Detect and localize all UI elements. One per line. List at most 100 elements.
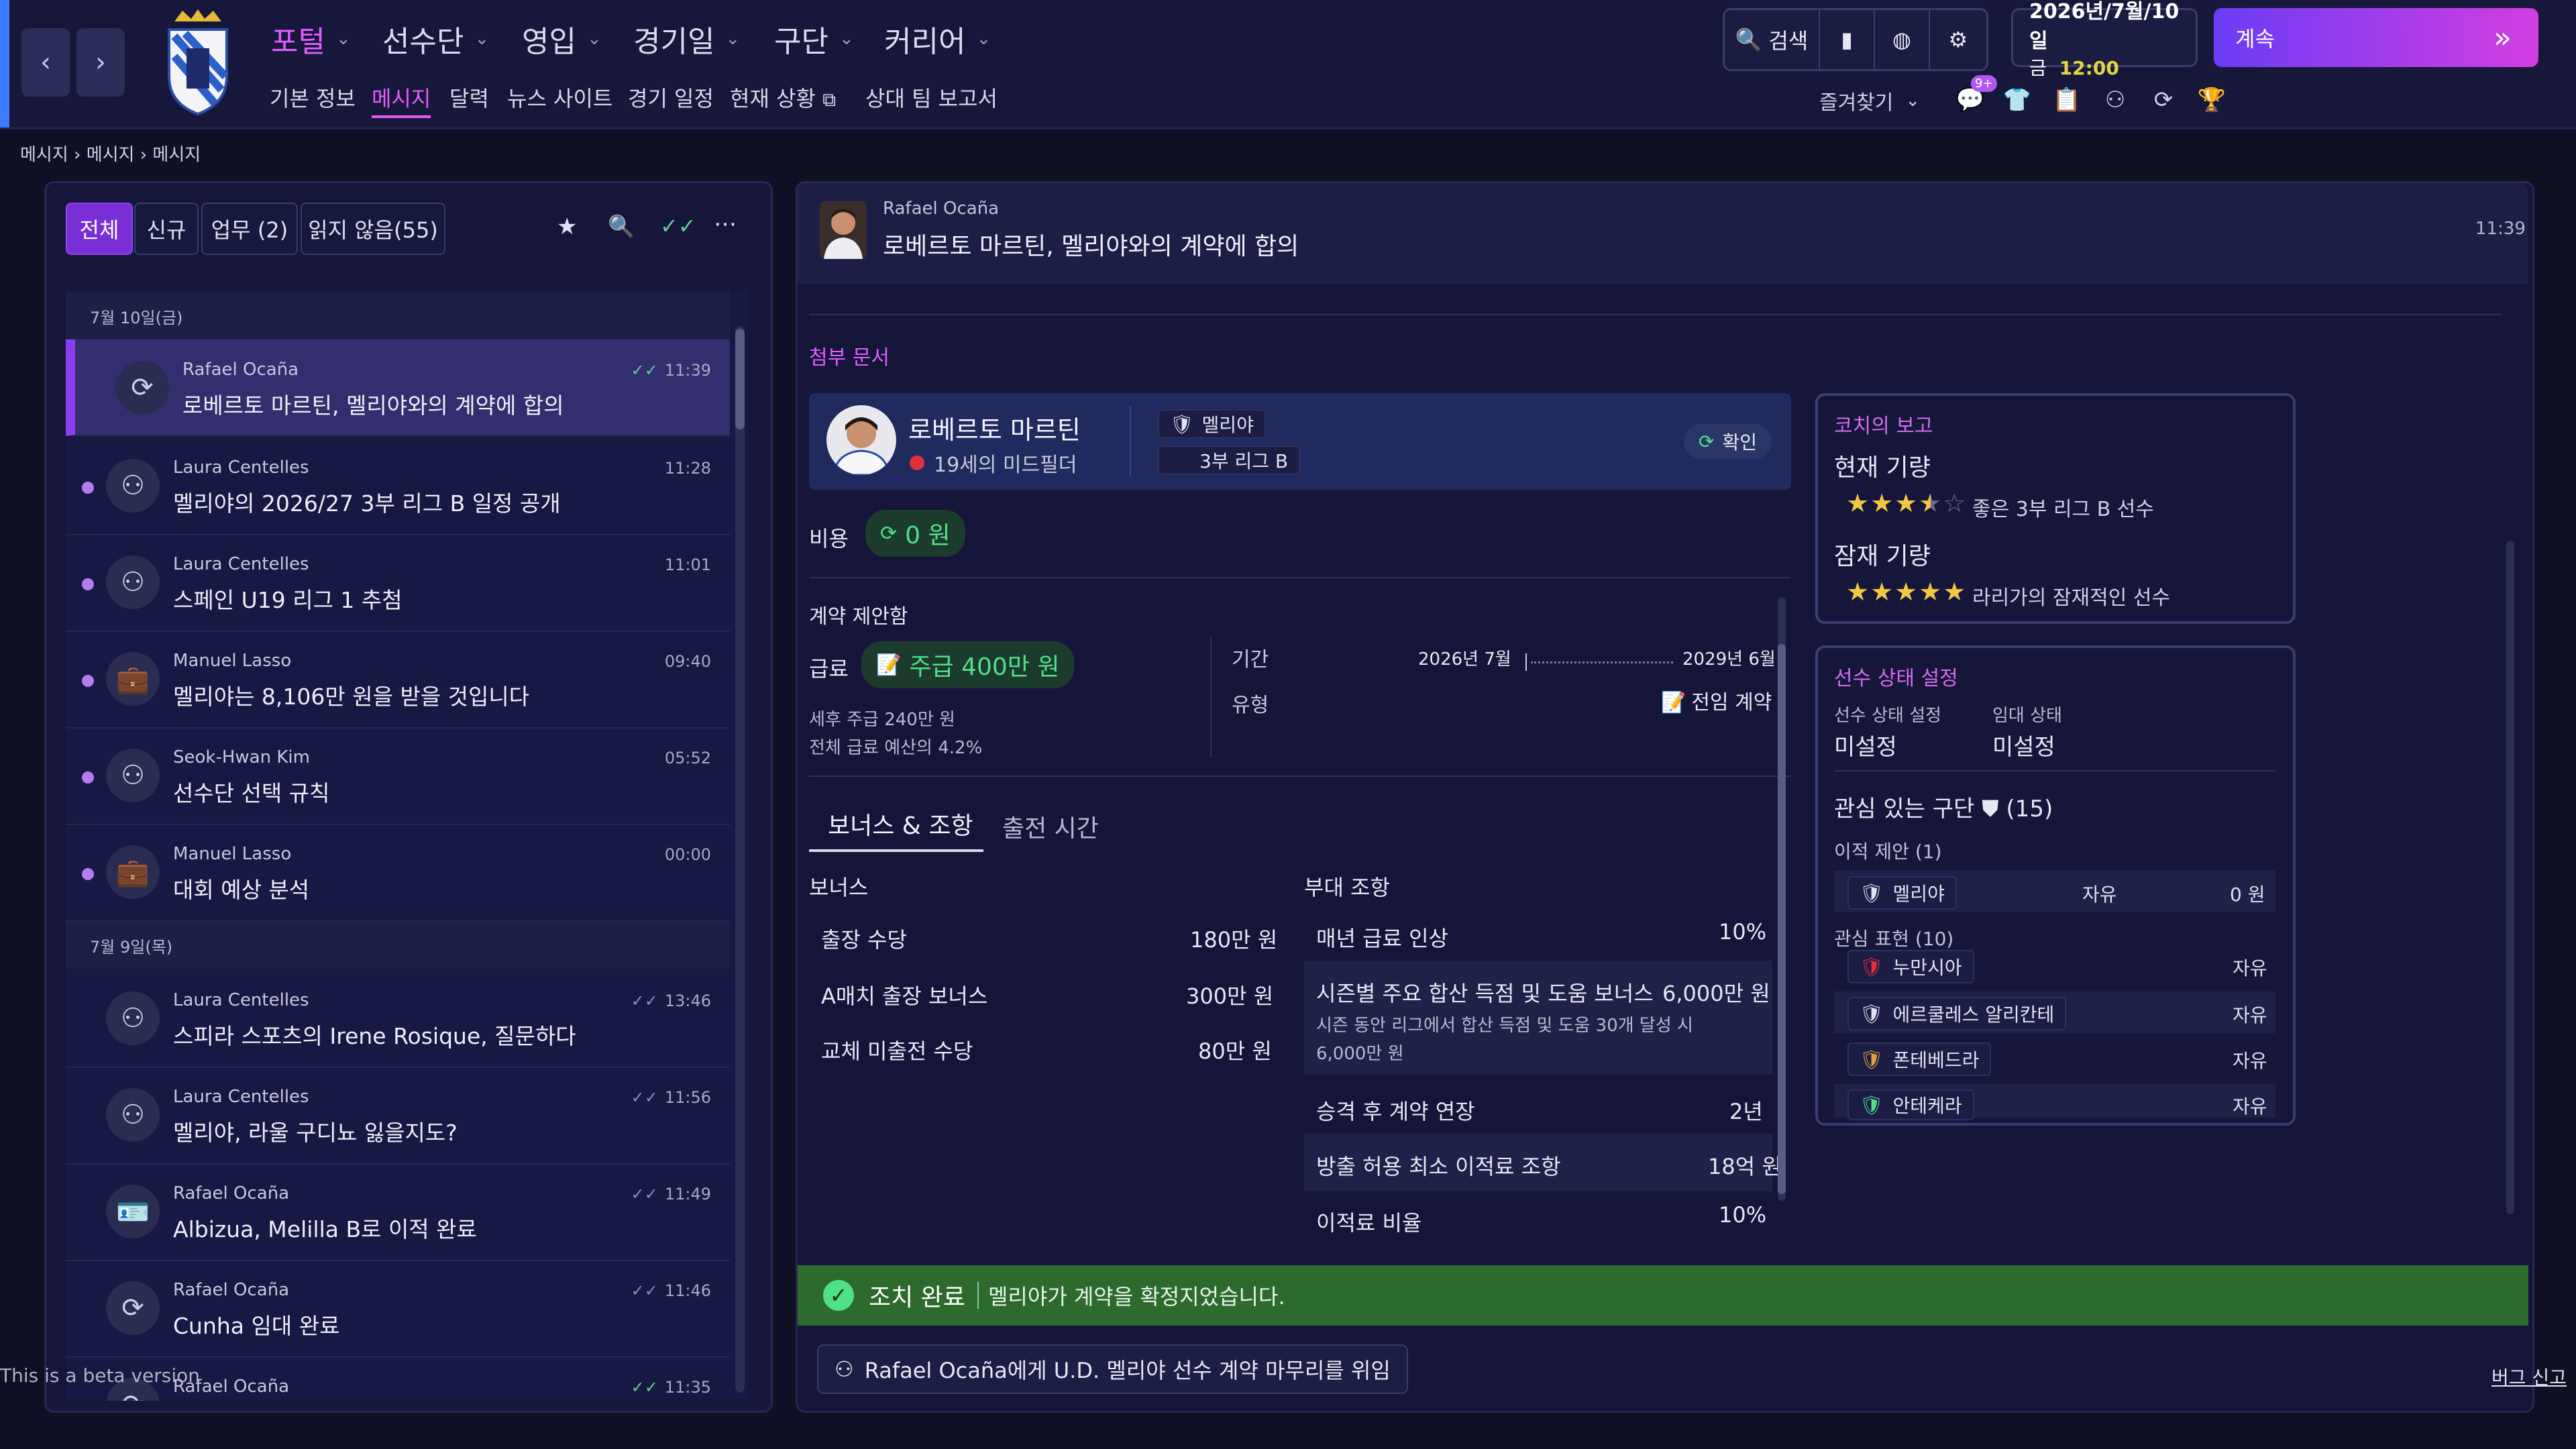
club-chip[interactable]: 🛡 멜리야	[1158, 409, 1266, 439]
breadcrumb-item[interactable]: 메시지	[20, 145, 68, 165]
interest-club[interactable]: 🛡 폰테베드라	[1847, 1042, 1992, 1076]
menu-matchday[interactable]: 경기일 ⌄	[633, 17, 740, 60]
interest-club[interactable]: 🛡 안테케라	[1847, 1089, 1974, 1120]
message-item[interactable]: ⚇ Laura Centelles 스피라 스포츠의 Irene Rosique…	[66, 970, 730, 1068]
star-icon[interactable]: ★	[557, 213, 577, 240]
kit-button[interactable]: 👕	[2000, 83, 2034, 117]
unread-dot	[82, 771, 94, 784]
message-sender: Laura Centelles	[173, 1087, 309, 1107]
bookmark-button[interactable]: ▮	[1820, 10, 1875, 69]
menu-career[interactable]: 커리어 ⌄	[884, 17, 991, 60]
message-item[interactable]: 💼 Manuel Lasso 멜리야는 8,106만 원을 받을 것입니다 09…	[66, 631, 730, 729]
inbox-scroll-thumb[interactable]	[735, 329, 745, 429]
message-item[interactable]: ⟳ Rafael Ocaña Cunha 임대 완료 ✓✓ 11:46	[66, 1260, 730, 1358]
tab-bonuses[interactable]: 보너스 & 조항	[828, 806, 973, 841]
submenu-fixtures[interactable]: 경기 일정	[628, 82, 714, 113]
favorites-dropdown[interactable]: 즐겨찾기 ⌄	[1819, 86, 1920, 115]
more-icon[interactable]: ⋯	[714, 211, 737, 237]
message-sender: Laura Centelles	[173, 458, 309, 478]
double-chevron-right-icon: »	[2493, 20, 2512, 55]
menu-club[interactable]: 구단 ⌄	[774, 17, 854, 60]
briefcase-icon: 💼	[106, 845, 160, 899]
message-item-selected[interactable]: ⟳ Rafael Ocaña 로베르토 마르틴, 멜리야와의 계약에 합의 ✓✓…	[66, 339, 730, 436]
mark-read-icon[interactable]: ✓✓	[660, 213, 696, 239]
submenu-status[interactable]: 현재 상황 ⧉	[730, 82, 836, 113]
inbox-scrollbar[interactable]	[735, 326, 745, 1393]
message-item[interactable]: ⚇ Laura Centelles 멜리야의 2026/27 3부 리그 B 일…	[66, 437, 730, 535]
back-button[interactable]: ‹	[21, 28, 70, 97]
nationality-flag-icon	[910, 455, 924, 470]
chevron-left-icon: ‹	[40, 47, 51, 78]
submenu-opposition[interactable]: 상대 팀 보고서	[865, 82, 998, 113]
side-scrollbar[interactable]	[2506, 541, 2514, 1214]
delegate-button[interactable]: ⚇ Rafael Ocaña에게 U.D. 멜리야 선수 계약 마무리를 위임	[817, 1344, 1408, 1394]
message-time: 11:28	[664, 459, 711, 478]
menu-squad[interactable]: 선수단 ⌄	[382, 17, 489, 60]
league-chip[interactable]: 3부 리그 B	[1158, 445, 1301, 475]
submenu-inbox[interactable]: 메시지	[372, 82, 431, 118]
potential-ability-stars: ★★★★★	[1846, 577, 1968, 606]
filter-tasks[interactable]: 업무 (2)	[201, 203, 298, 255]
chevron-right-icon: ›	[74, 145, 87, 165]
offer-club[interactable]: 🛡 멜리야	[1847, 876, 1957, 910]
status-value[interactable]: 미설정	[1834, 729, 1897, 761]
search-icon[interactable]: 🔍	[608, 213, 635, 239]
clause-value: 18억 원	[1708, 1154, 1782, 1179]
after-tax-wage: 세후 주급 240만 원	[809, 710, 955, 730]
message-item[interactable]: 💼 Manuel Lasso 대회 예상 분석 00:00	[66, 824, 730, 922]
search-button[interactable]: 🔍 검색	[1725, 10, 1820, 69]
message-item[interactable]: ⚇ Seok-Hwan Kim 선수단 선택 규칙 05:52	[66, 727, 730, 825]
forward-button[interactable]: ›	[76, 28, 125, 97]
chat-button[interactable]: 💬 9+	[1953, 75, 1997, 117]
trophy-button[interactable]: 🏆	[2195, 83, 2229, 117]
message-sender: Seok-Hwan Kim	[173, 747, 310, 767]
menu-transfers[interactable]: 영입 ⌄	[522, 17, 602, 60]
confirm-button[interactable]: ⟳ 확인	[1684, 424, 1772, 459]
message-item[interactable]: ⚇ Laura Centelles 스페인 U19 리그 1 추첨 11:01	[66, 534, 730, 632]
menu-label: 영입	[522, 25, 576, 59]
filter-all[interactable]: 전체	[66, 203, 133, 255]
date-display[interactable]: 2026년/7월/10일 금 12:00	[2011, 0, 2198, 79]
menu-label: 경기일	[633, 25, 715, 59]
player-name[interactable]: 로베르토 마르틴	[908, 409, 1081, 446]
settings-button[interactable]: ⚙	[1930, 10, 1986, 69]
staff-icon: ⚇	[106, 459, 160, 513]
tab-playing-time[interactable]: 출전 시간	[1002, 809, 1099, 844]
interest-club[interactable]: 🛡 에르쿨레스 알리칸테	[1847, 997, 2067, 1030]
message-item[interactable]: ⚇ Laura Centelles 멜리야, 라울 구디뇨 잃을지도? ✓✓ 11…	[66, 1067, 730, 1165]
interest-club[interactable]: 🛡 누만시아	[1847, 950, 1974, 983]
bug-report-link[interactable]: 버그 신고	[2491, 1363, 2567, 1390]
action-complete-bar: ✓ 조치 완료 멜리야가 계약을 확정지었습니다.	[798, 1265, 2528, 1326]
potential-ability-text: 라리가의 잠재적인 선수	[1972, 586, 2171, 610]
detail-scroll-thumb[interactable]	[1778, 644, 1786, 1194]
loan-status-value[interactable]: 미설정	[1992, 729, 2055, 761]
id-card-icon: 🪪	[106, 1185, 160, 1238]
double-check-icon: ✓✓	[631, 1378, 658, 1397]
divider	[809, 577, 1791, 578]
filter-new[interactable]: 신규	[134, 203, 199, 255]
club-crest-icon[interactable]	[161, 9, 235, 117]
favorites-label: 즐겨찾기	[1819, 91, 1894, 115]
staff-button[interactable]: ⚇	[2098, 83, 2132, 117]
interest-label: 관심 표현 (10)	[1834, 928, 1954, 950]
message-time: 11:39	[2475, 219, 2526, 239]
globe-button[interactable]: ◍	[1875, 10, 1930, 69]
submenu-overview[interactable]: 기본 정보	[270, 82, 356, 113]
message-time: 11:01	[664, 555, 711, 574]
check-circle-icon: ✓	[823, 1280, 854, 1311]
continue-button[interactable]: 계속 »	[2214, 8, 2538, 67]
refresh-button[interactable]: ⟳	[2147, 83, 2180, 117]
clause-header: 부대 조항	[1304, 875, 1390, 900]
staff-icon: ⚇	[106, 555, 160, 609]
submenu-news[interactable]: 뉴스 사이트	[507, 82, 612, 113]
filter-unread[interactable]: 읽지 않음(55)	[301, 203, 445, 255]
message-subject: 스피라 스포츠의 Irene Rosique, 질문하다	[173, 1023, 576, 1049]
message-item[interactable]: 🪪 Rafael Ocaña Albizua, Melilla B로 이적 완료…	[66, 1163, 730, 1261]
unread-dot	[82, 675, 94, 687]
breadcrumb-item[interactable]: 메시지	[87, 145, 135, 165]
submenu-calendar[interactable]: 달력	[449, 82, 489, 113]
message-time: 11:46	[664, 1281, 711, 1300]
clause-value: 6,000만 원	[1662, 981, 1770, 1006]
menu-portal[interactable]: 포털 ⌄	[271, 17, 351, 60]
clipboard-button[interactable]: 📋	[2050, 83, 2084, 117]
